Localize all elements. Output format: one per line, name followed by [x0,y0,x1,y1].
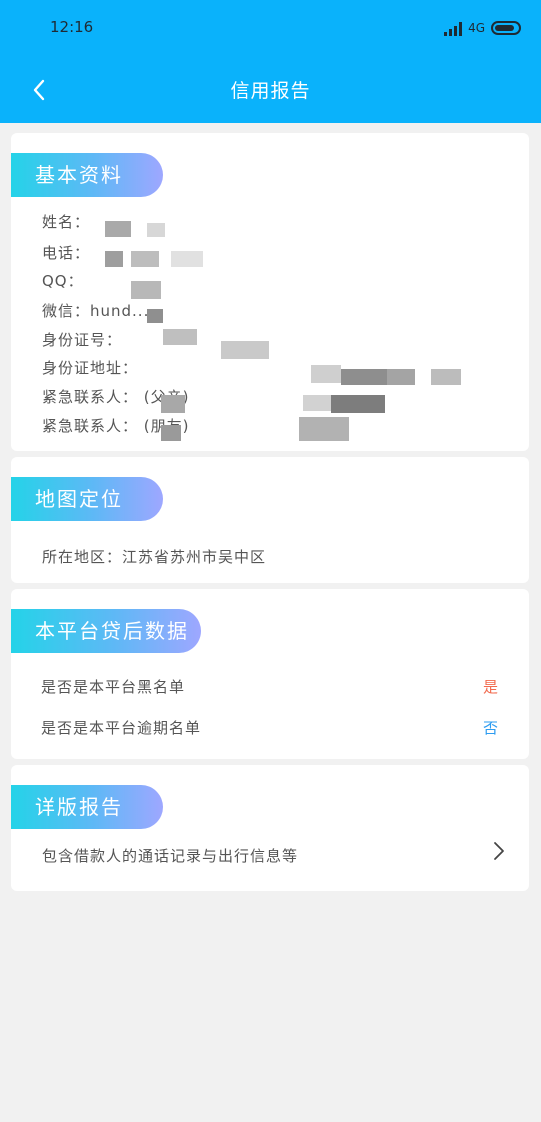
overdue-value: 否 [482,719,499,737]
basic-info-card: 基本资料 姓名： 电话： QQ： 微信：hund... 身份证号： 身份证地址：… [11,133,529,451]
region-text: 所在地区：江苏省苏州市吴中区 [42,548,267,566]
overdue-label: 是否是本平台逾期名单 [41,719,202,737]
battery-icon [491,21,521,35]
info-name: 姓名： [42,213,91,231]
top-bar: 12:16 4G 信用报告 [0,0,541,123]
signal-icon [444,20,463,36]
chevron-right-icon[interactable] [491,840,507,862]
section-title-basic-info: 基本资料 [11,153,163,197]
detail-report-card[interactable]: 详版报告 包含借款人的通话记录与出行信息等 [11,765,529,891]
section-title-detail-report: 详版报告 [11,785,163,829]
status-time: 12:16 [50,18,94,36]
platform-data-card: 本平台贷后数据 是否是本平台黑名单 是 是否是本平台逾期名单 否 [11,589,529,759]
info-qq: QQ： [42,272,84,290]
section-title-map-location: 地图定位 [11,477,163,521]
section-title-platform-data: 本平台贷后数据 [11,609,201,653]
page-title: 信用报告 [230,80,311,102]
status-bar: 12:16 4G [0,0,541,56]
blacklist-value: 是 [482,678,499,696]
network-label: 4G [468,21,485,35]
info-wechat: 微信：hund... [42,302,150,320]
info-id-address: 身份证地址： [42,359,139,377]
detail-report-description[interactable]: 包含借款人的通话记录与出行信息等 [42,845,298,866]
nav-bar: 信用报告 [0,56,541,123]
blacklist-row: 是否是本平台黑名单 是 [41,676,499,697]
overdue-row: 是否是本平台逾期名单 否 [41,717,499,738]
info-id-number: 身份证号： [42,331,123,349]
blacklist-label: 是否是本平台黑名单 [41,678,186,696]
status-icons: 4G [444,18,521,38]
info-phone: 电话： [42,244,91,262]
map-location-card: 地图定位 所在地区：江苏省苏州市吴中区 [11,457,529,583]
